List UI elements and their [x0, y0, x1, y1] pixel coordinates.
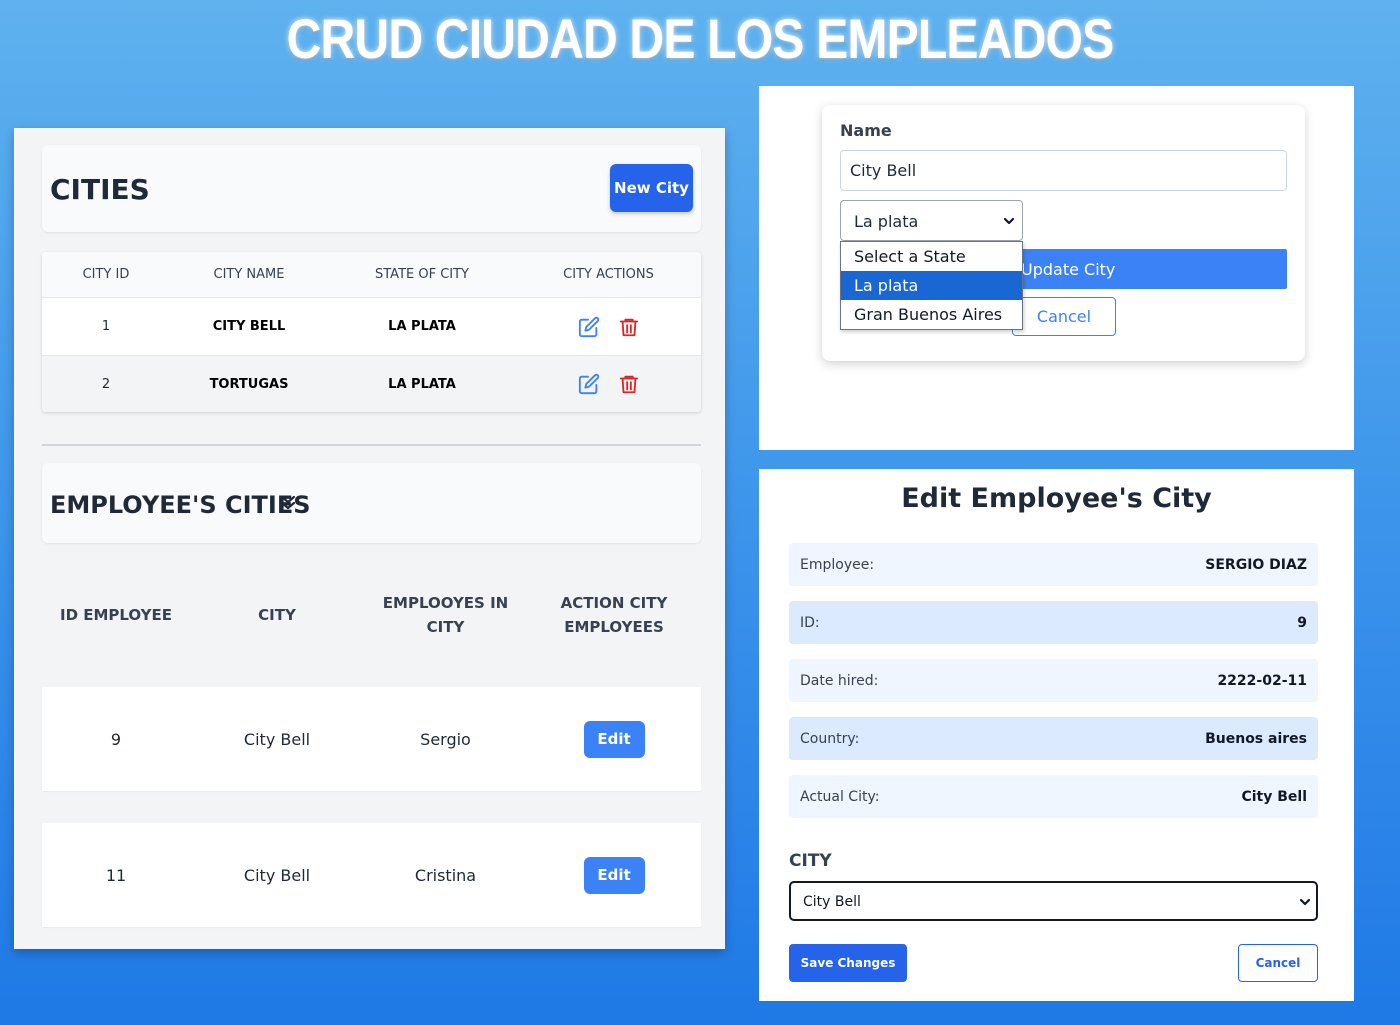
- column-header-city-id: CITY ID: [82, 267, 130, 282]
- city-id-cell: 2: [101, 376, 111, 392]
- city-label: CITY: [789, 851, 832, 871]
- info-row-employee: Employee: SERGIO DIAZ: [789, 543, 1318, 586]
- info-value: SERGIO DIAZ: [1205, 556, 1307, 573]
- cities-title: CITIES: [50, 173, 150, 206]
- employee-action-cell: Edit: [527, 720, 701, 758]
- info-label: Country:: [800, 730, 860, 747]
- column-header-city-name: CITY NAME: [213, 267, 285, 282]
- cities-header: CITIES New City: [42, 145, 701, 232]
- edit-button[interactable]: Edit: [583, 856, 645, 894]
- info-label: Employee:: [800, 556, 875, 573]
- double-chevron-down-icon[interactable]: [278, 491, 298, 515]
- edit-button[interactable]: Edit: [583, 720, 645, 758]
- employee-cities-title: EMPLOYEE'S CITIES: [50, 491, 311, 519]
- column-header-employees: EMPLOOYES IN CITY: [382, 594, 509, 636]
- state-selected-value: La plata: [854, 212, 919, 231]
- info-value: 2222-02-11: [1217, 672, 1307, 689]
- city-selected-value: City Bell: [803, 894, 861, 910]
- info-label: ID:: [800, 614, 820, 631]
- table-row: 2 TORTUGAS LA PLATA: [42, 355, 701, 412]
- info-row-date-hired: Date hired: 2222-02-11: [789, 659, 1318, 702]
- city-actions-cell: [516, 316, 701, 338]
- chevron-down-icon: [1003, 217, 1015, 225]
- info-row-id: ID: 9: [789, 601, 1318, 644]
- employee-id-cell: 9: [110, 729, 122, 749]
- column-header-action: ACTION CITY EMPLOYEES: [560, 594, 668, 636]
- employee-city-cell: City Bell: [243, 729, 311, 749]
- edit-icon[interactable]: [578, 373, 600, 395]
- column-header-city: CITY: [258, 606, 296, 624]
- update-city-button[interactable]: Update City: [1021, 249, 1287, 289]
- edit-employee-title: Edit Employee's City: [901, 483, 1212, 514]
- table-row: 9 City Bell Sergio Edit: [42, 687, 701, 791]
- trash-icon[interactable]: [618, 316, 640, 338]
- table-row: 1 CITY BELL LA PLATA: [42, 298, 701, 355]
- state-option-selected[interactable]: La plata: [841, 271, 1022, 300]
- info-value: City Bell: [1241, 788, 1307, 805]
- employee-name-cell: Cristina: [414, 865, 477, 885]
- chevron-down-icon: [1299, 898, 1311, 906]
- info-row-country: Country: Buenos aires: [789, 717, 1318, 760]
- employee-id-cell: 11: [105, 865, 127, 885]
- state-dropdown-list: Select a State La plata Gran Buenos Aire…: [840, 241, 1023, 330]
- city-id-cell: 1: [101, 319, 111, 334]
- employee-name-cell: Sergio: [420, 729, 471, 749]
- employee-cities-header: EMPLOYEE'S CITIES: [42, 463, 701, 543]
- page-title: CRUD CIUDAD DE LOS EMPLEADOS: [286, 7, 1115, 70]
- cities-table-header: CITY ID CITY NAME STATE OF CITY CITY ACT…: [42, 252, 701, 298]
- cancel-button[interactable]: Cancel: [1012, 297, 1116, 336]
- city-name-input[interactable]: [840, 150, 1287, 191]
- employee-city-cell: City Bell: [243, 865, 311, 885]
- trash-icon[interactable]: [618, 373, 640, 395]
- city-state-cell: LA PLATA: [388, 319, 456, 334]
- state-option[interactable]: Gran Buenos Aires: [841, 300, 1022, 329]
- city-form-panel: Name La plata Update City Cancel Select …: [759, 86, 1354, 450]
- column-header-id-employee: ID EMPLOYEE: [59, 606, 173, 624]
- info-value: Buenos aires: [1205, 730, 1307, 747]
- employee-table-header: ID EMPLOYEE CITY EMPLOOYES IN CITY ACTIO…: [42, 583, 701, 647]
- city-name-cell: CITY BELL: [212, 319, 286, 334]
- name-label: Name: [840, 121, 892, 140]
- table-row: 11 City Bell Cristina Edit: [42, 823, 701, 927]
- city-state-cell: LA PLATA: [388, 376, 456, 392]
- info-label: Date hired:: [800, 672, 879, 689]
- info-label: Actual City:: [800, 788, 880, 805]
- cancel-button[interactable]: Cancel: [1238, 944, 1318, 982]
- info-row-actual-city: Actual City: City Bell: [789, 775, 1318, 818]
- edit-icon[interactable]: [578, 316, 600, 338]
- column-header-state: STATE OF CITY: [375, 267, 469, 282]
- cities-panel: CITIES New City CITY ID CITY NAME STATE …: [14, 128, 725, 949]
- city-form-card: Name La plata Update City Cancel Select …: [822, 105, 1305, 361]
- section-divider: [42, 444, 701, 446]
- edit-employee-panel: Edit Employee's City Employee: SERGIO DI…: [759, 469, 1354, 1001]
- employee-action-cell: Edit: [527, 856, 701, 894]
- new-city-button[interactable]: New City: [610, 164, 693, 212]
- info-value: 9: [1297, 614, 1307, 631]
- city-select[interactable]: City Bell: [789, 881, 1318, 921]
- city-name-cell: TORTUGAS: [209, 376, 289, 392]
- column-header-actions: CITY ACTIONS: [563, 267, 654, 282]
- state-select[interactable]: La plata: [840, 200, 1023, 241]
- cities-table: CITY ID CITY NAME STATE OF CITY CITY ACT…: [42, 252, 701, 412]
- state-option[interactable]: Select a State: [841, 242, 1022, 271]
- city-actions-cell: [516, 373, 701, 395]
- save-changes-button[interactable]: Save Changes: [789, 944, 907, 982]
